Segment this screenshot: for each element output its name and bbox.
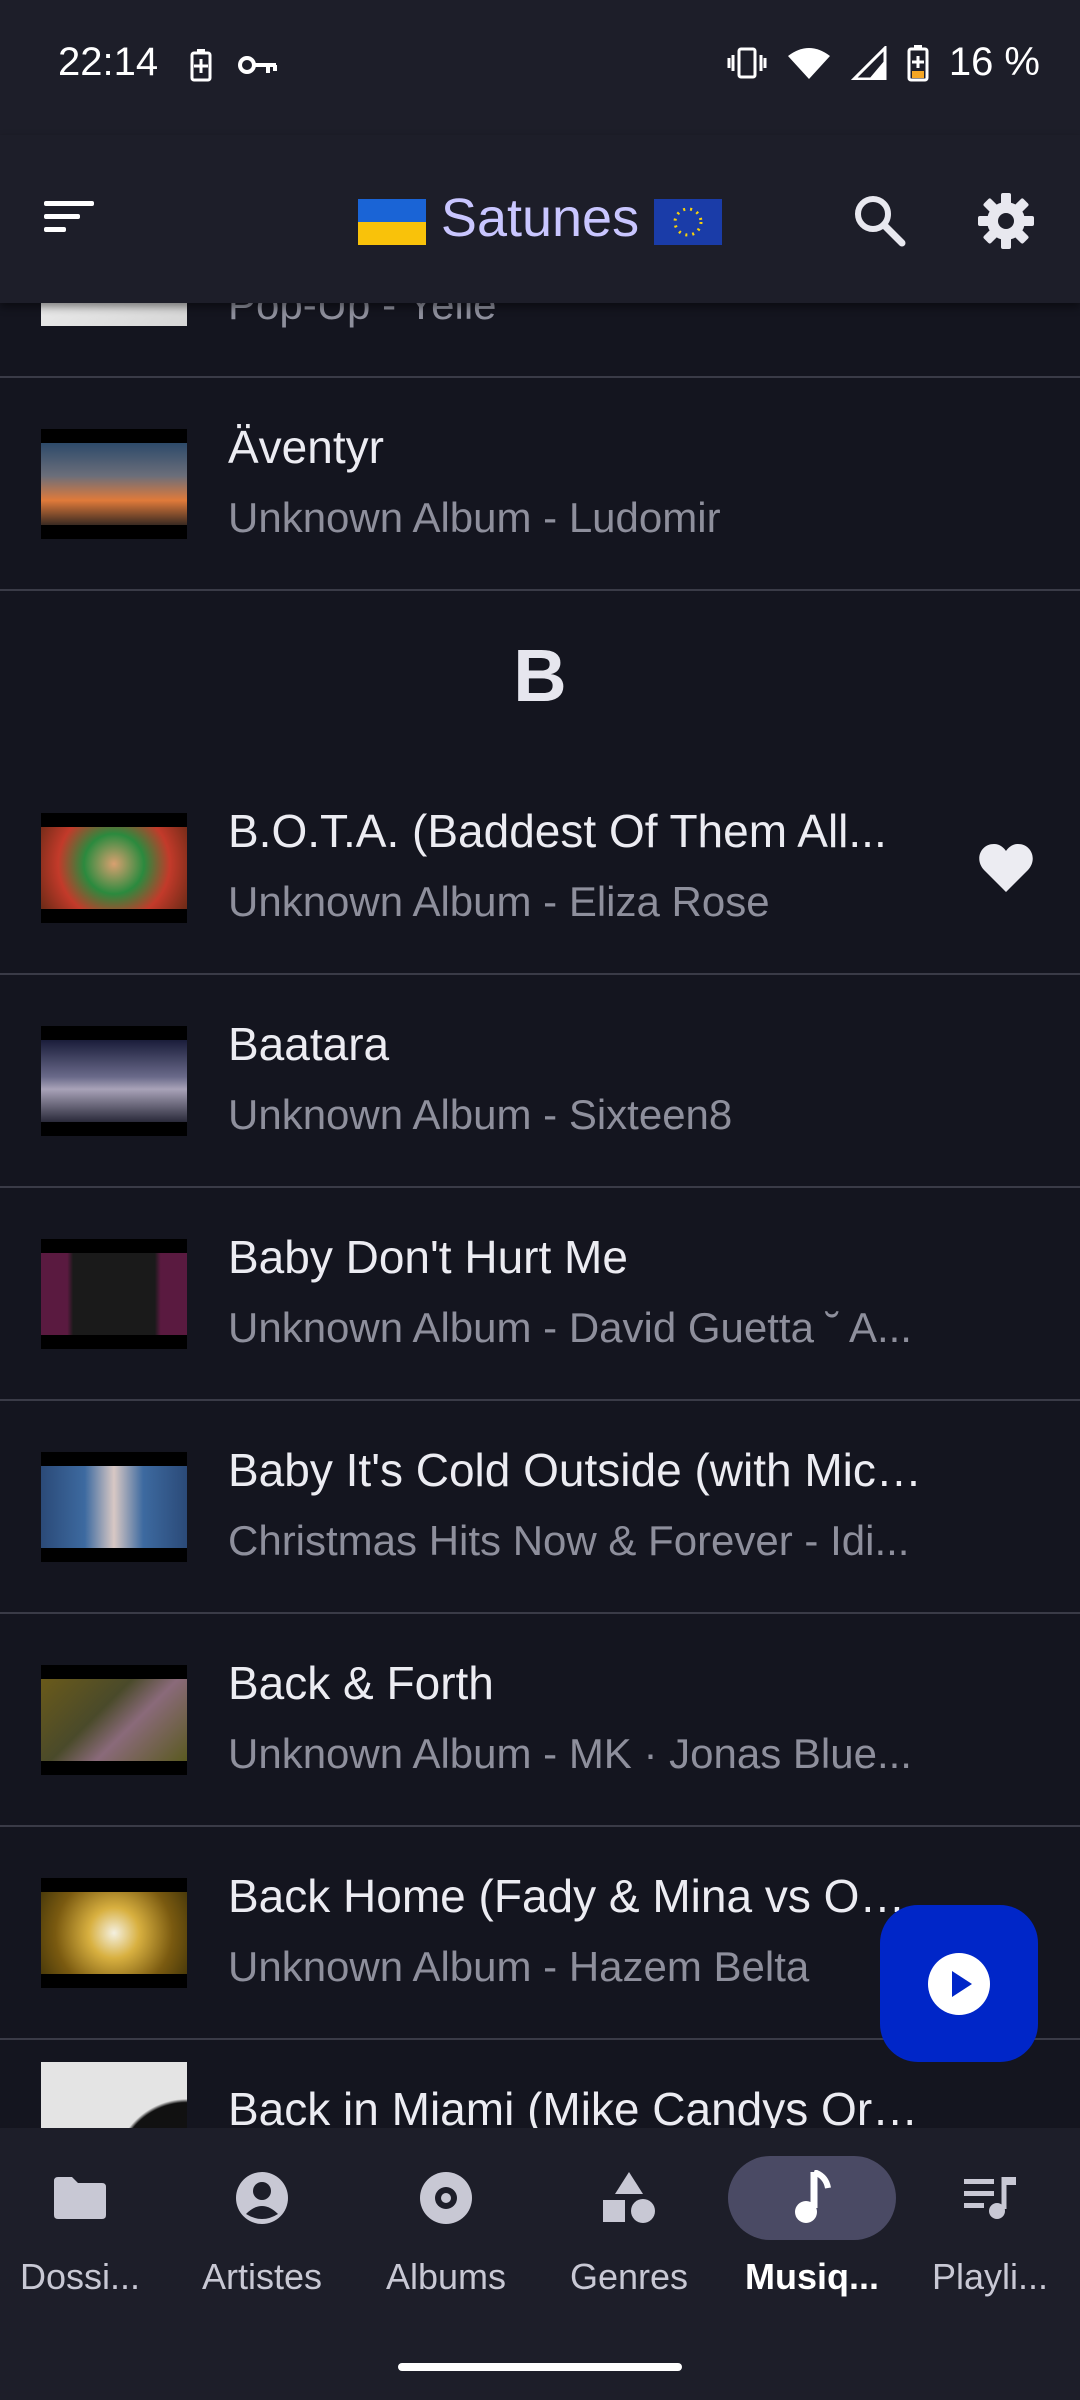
song-title: Back Home (Fady & Mina vs Om... (228, 1870, 928, 1922)
song-list[interactable]: Pop-Up - Yelle Äventyr Unknown Album - L… (0, 303, 1080, 2128)
play-fab[interactable] (880, 1905, 1038, 2062)
cell-signal-icon (850, 45, 887, 80)
nav-label: Dossi... (19, 2256, 141, 2297)
song-row[interactable]: Baby It's Cold Outside (with Mich... Chr… (0, 1401, 1080, 1614)
genres-icon (603, 2172, 655, 2223)
album-art (41, 1451, 187, 1562)
section-header: B (513, 634, 567, 717)
app-bar: Satunes (0, 135, 1080, 303)
battery-saver-icon (190, 49, 212, 82)
song-subtitle: Unknown Album - David Guetta ˘ A... (228, 1304, 912, 1351)
bottom-navigation: Dossi... Artistes Albums Genres Musiq...… (0, 2128, 1080, 2400)
nav-label: Genres (569, 2256, 689, 2297)
song-row[interactable]: Back & Forth Unknown Album - MK · Jonas … (0, 1614, 1080, 1827)
search-icon[interactable] (852, 193, 906, 247)
battery-icon (907, 44, 929, 81)
nav-icon-container (178, 2156, 346, 2240)
album-art (41, 428, 187, 539)
album-art (41, 2062, 187, 2128)
nav-folders[interactable]: Dossi... (0, 2128, 170, 2328)
album-art (41, 1025, 187, 1136)
status-left-icons (190, 48, 278, 82)
nav-label: Playli... (931, 2256, 1049, 2297)
folder-icon (54, 2177, 106, 2219)
eu-flag-icon (654, 198, 723, 245)
album-icon (420, 2172, 472, 2224)
album-art (41, 812, 187, 923)
home-indicator[interactable] (398, 2363, 682, 2371)
artist-icon (236, 2172, 288, 2224)
song-row[interactable]: Baby Don't Hurt Me Unknown Album - David… (0, 1188, 1080, 1401)
nav-artists[interactable]: Artistes (172, 2128, 352, 2328)
vibrate-icon (727, 47, 767, 78)
nav-music[interactable]: Musiq... (722, 2128, 902, 2328)
song-title: Baatara (228, 1018, 390, 1070)
vpn-key-icon (238, 56, 277, 74)
ukraine-flag-icon (357, 198, 426, 245)
song-subtitle: Unknown Album - Sixteen8 (228, 1091, 733, 1138)
status-right: 16 % (727, 40, 1040, 85)
song-row[interactable]: Pop-Up - Yelle (0, 303, 1080, 378)
album-art (41, 1877, 187, 1988)
nav-icon-container (728, 2156, 896, 2240)
liked-heart-icon[interactable] (978, 842, 1034, 894)
song-title: Baby It's Cold Outside (with Mich... (228, 1444, 928, 1496)
status-bar: 22:14 16 % (0, 0, 1080, 135)
album-art (41, 1664, 187, 1775)
album-art (41, 303, 187, 326)
song-subtitle: Unknown Album - Eliza Rose (228, 878, 770, 925)
album-art (41, 1238, 187, 1349)
nav-icon-container (362, 2156, 530, 2240)
playlist-icon (964, 2177, 1016, 2219)
song-row[interactable]: Baatara Unknown Album - Sixteen8 (0, 975, 1080, 1188)
song-subtitle: Christmas Hits Now & Forever - Idi... (228, 1517, 910, 1564)
song-title: B.O.T.A. (Baddest Of Them All... (228, 805, 887, 857)
song-row[interactable]: B.O.T.A. (Baddest Of Them All... Unknown… (0, 762, 1080, 975)
battery-percentage: 16 % (948, 40, 1040, 84)
song-row[interactable]: Äventyr Unknown Album - Ludomir (0, 378, 1080, 591)
song-title: Back & Forth (228, 1657, 494, 1709)
play-icon (928, 1952, 990, 2015)
nav-icon-container (545, 2156, 713, 2240)
wifi-icon (787, 47, 830, 79)
nav-albums[interactable]: Albums (356, 2128, 536, 2328)
song-title: Back in Miami (Mike Candys Orig... (228, 2083, 928, 2128)
song-subtitle: Unknown Album - MK · Jonas Blue... (228, 1730, 912, 1777)
music-note-icon (795, 2170, 831, 2223)
nav-label: Albums (385, 2256, 507, 2297)
app-title-container: Satunes (0, 187, 1080, 249)
status-time: 22:14 (58, 40, 159, 84)
nav-genres[interactable]: Genres (539, 2128, 719, 2328)
nav-icon-container (0, 2156, 164, 2240)
nav-playlists[interactable]: Playli... (900, 2128, 1080, 2328)
song-title: Baby Don't Hurt Me (228, 1231, 628, 1283)
song-title: Äventyr (228, 421, 384, 473)
nav-label: Artistes (201, 2256, 323, 2297)
nav-label: Musiq... (745, 2256, 879, 2297)
song-subtitle: Pop-Up - Yelle (228, 303, 497, 328)
nav-icon-container (906, 2156, 1074, 2240)
settings-icon[interactable] (976, 191, 1036, 251)
song-subtitle: Unknown Album - Ludomir (228, 494, 721, 541)
app-title: Satunes (440, 188, 640, 248)
